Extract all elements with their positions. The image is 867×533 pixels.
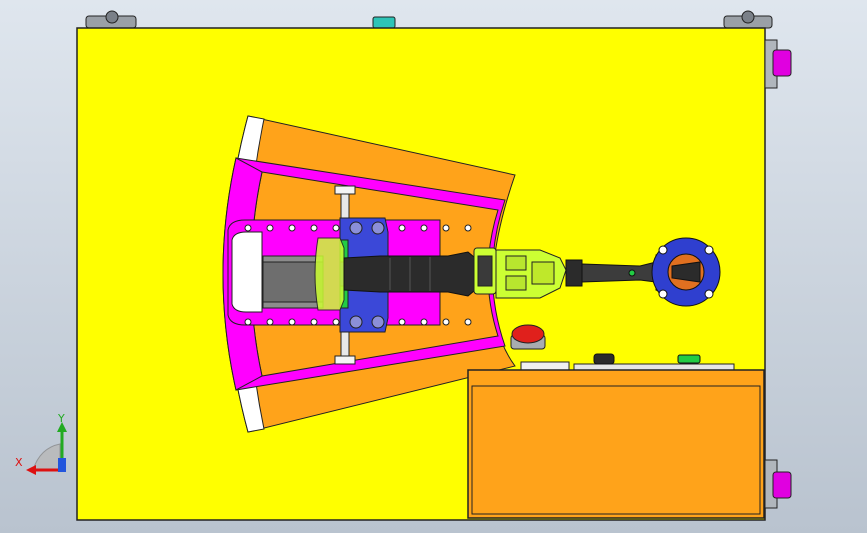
mounting-hole [420, 224, 428, 232]
mounting-hole [310, 224, 318, 232]
top-connector [372, 16, 396, 29]
start-button [677, 354, 701, 364]
mounting-hole [288, 224, 296, 232]
handle-bottom-right [764, 459, 792, 509]
mounting-hole [332, 318, 340, 326]
coordinate-triad [26, 422, 67, 475]
mounting-hole [420, 318, 428, 326]
mounting-hole [442, 224, 450, 232]
mounting-hole [310, 318, 318, 326]
axis-y-label: Y [58, 412, 65, 425]
selector-knob [593, 353, 615, 365]
mounting-hole [464, 318, 472, 326]
estop-button [511, 324, 545, 344]
axis-x-label: X [15, 456, 23, 469]
handle-top-right [764, 39, 792, 89]
mounting-hole [398, 318, 406, 326]
flange [651, 237, 721, 307]
hinge-clip-right [723, 10, 773, 29]
mounting-hole [464, 224, 472, 232]
mounting-hole [442, 318, 450, 326]
hinge-clip-left [85, 10, 137, 29]
mounting-hole [244, 318, 252, 326]
mounting-hole [398, 224, 406, 232]
mounting-hole [288, 318, 296, 326]
mounting-hole [266, 224, 274, 232]
assembly-drawing: CP [26, 10, 792, 521]
cad-viewport[interactable]: CP Y X [0, 0, 867, 533]
mounting-hole [332, 224, 340, 232]
mounting-hole [266, 318, 274, 326]
mounting-hole [244, 224, 252, 232]
